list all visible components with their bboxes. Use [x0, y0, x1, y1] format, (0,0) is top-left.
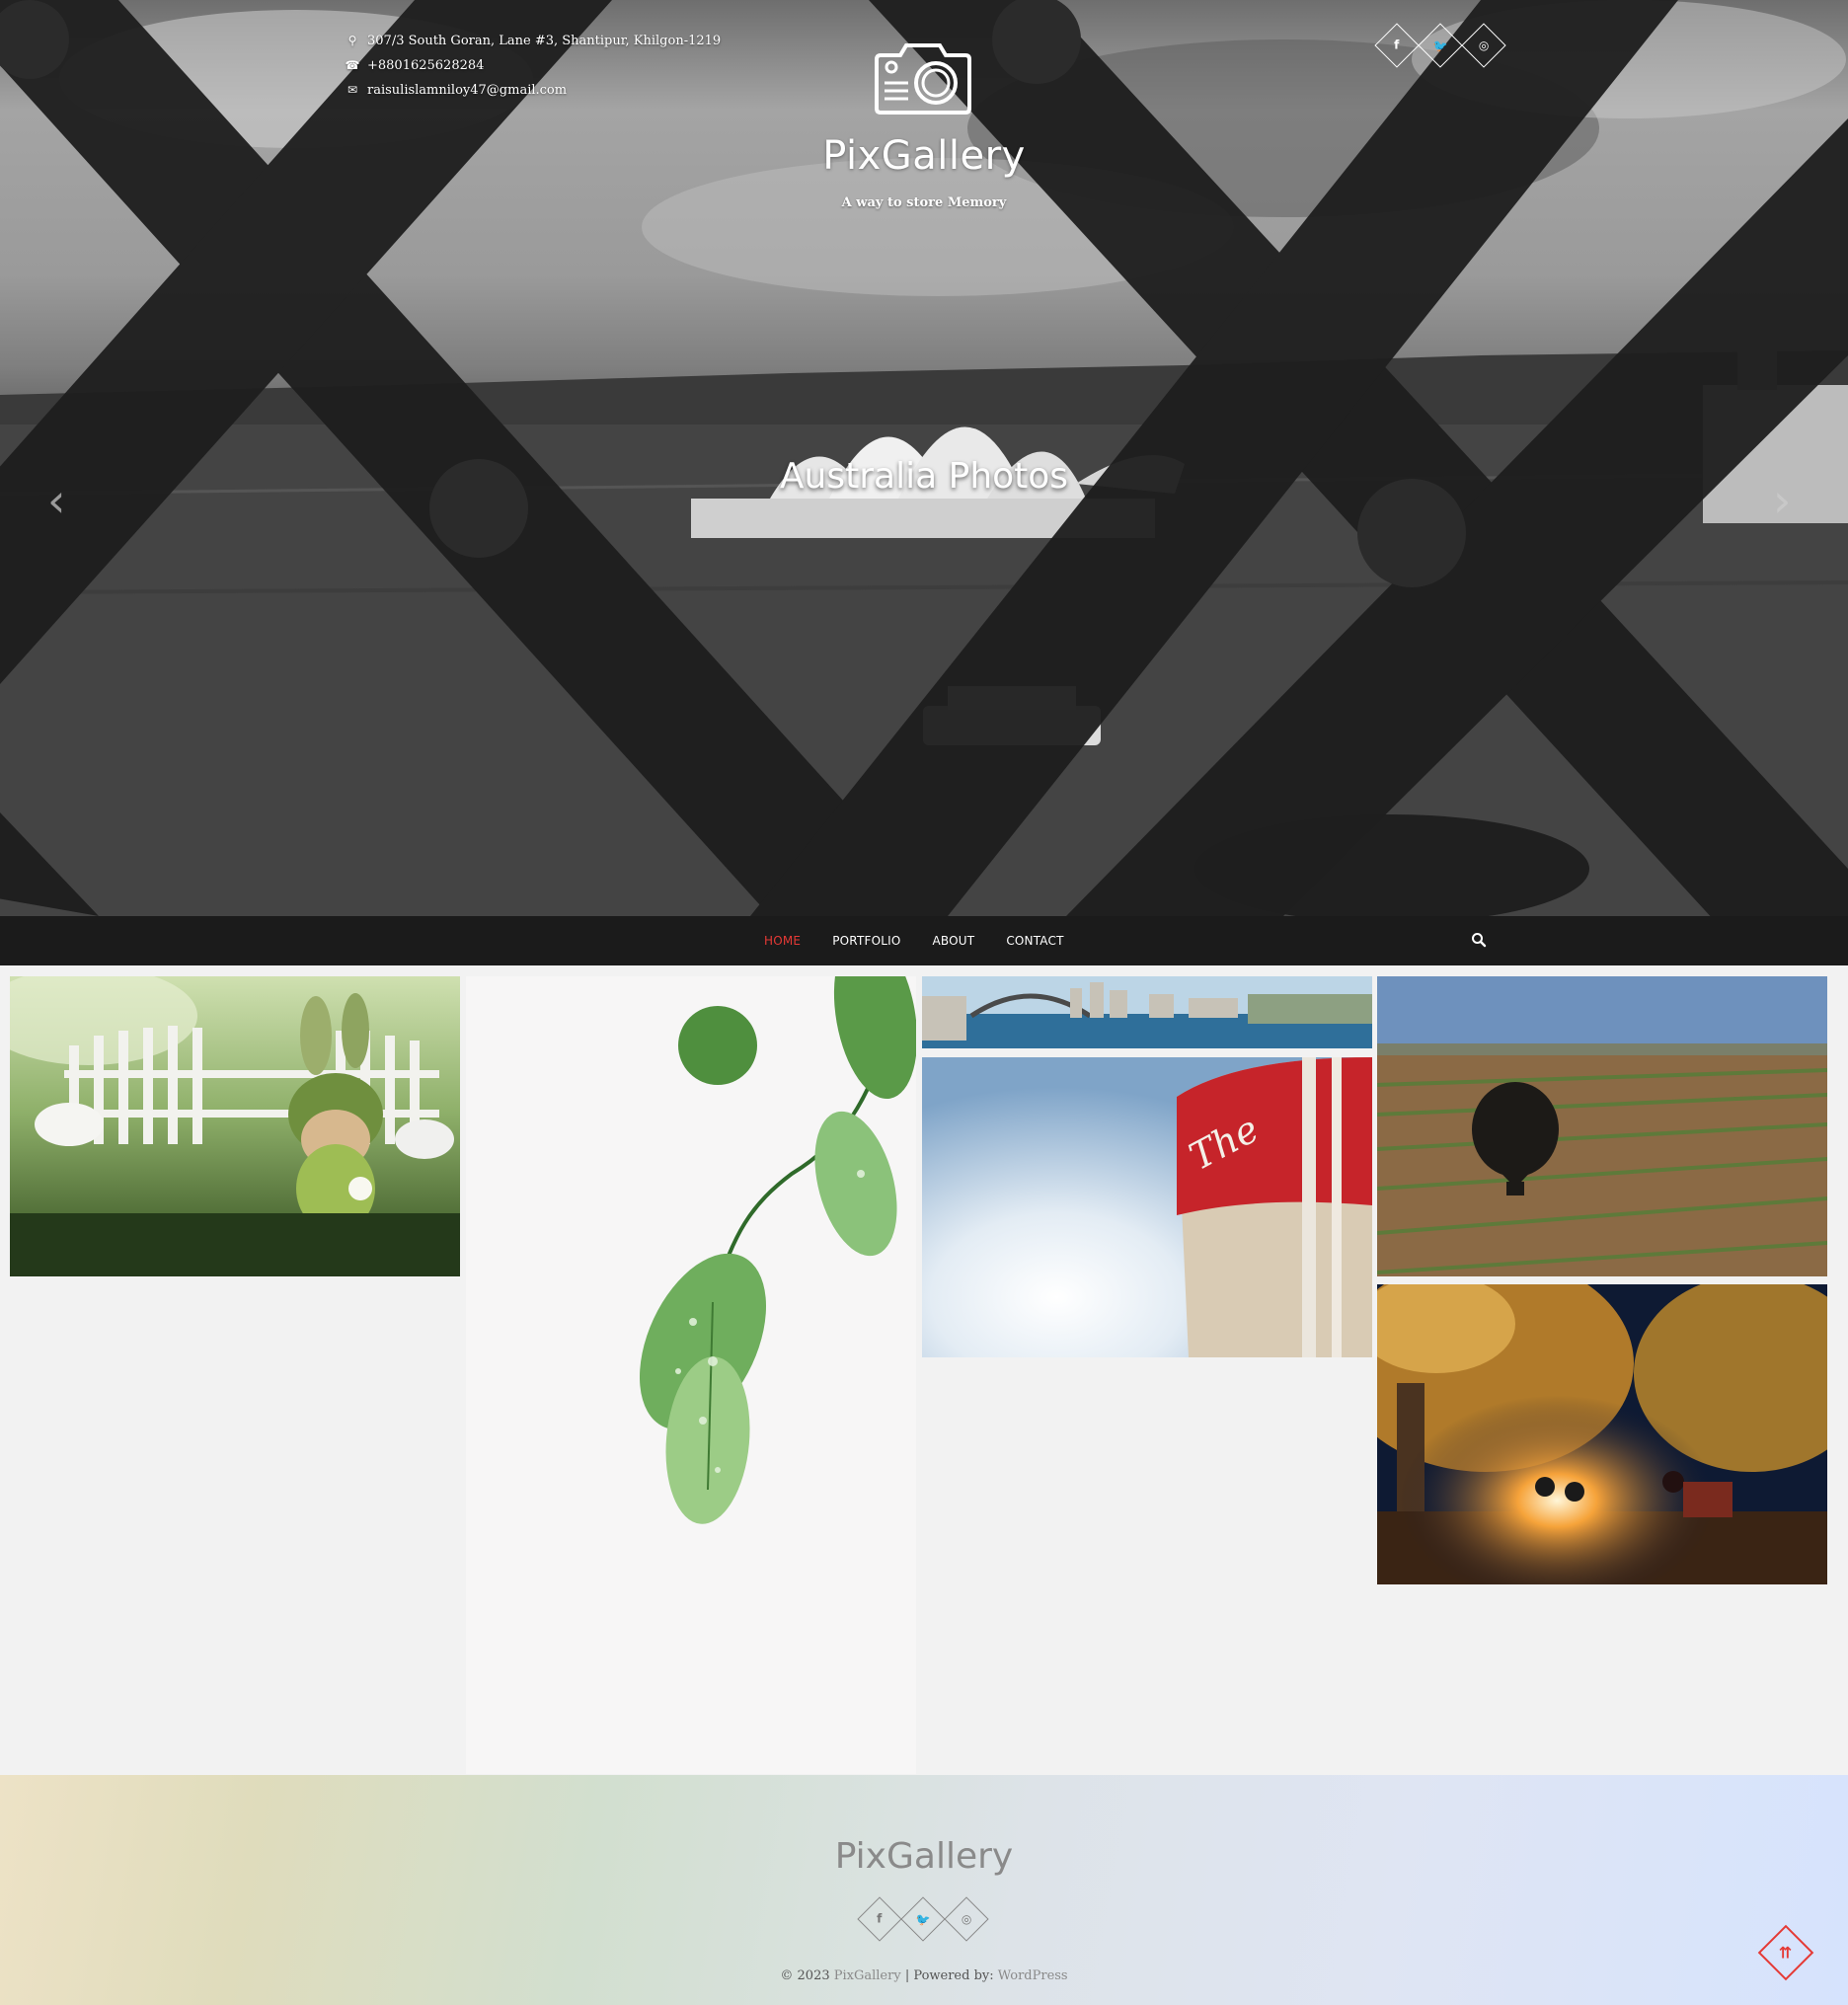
phone-row: ☎ +8801625628284	[346, 53, 721, 78]
twitter-link[interactable]: 🐦	[1418, 23, 1463, 68]
gallery-item-campfire[interactable]	[1377, 1284, 1827, 1584]
copyright-prefix: © 2023	[780, 1968, 834, 1983]
gallery-item-sydney[interactable]	[922, 976, 1372, 1048]
footer-site-title[interactable]: PixGallery	[0, 1836, 1848, 1877]
header-social-links: f 🐦 ◎	[1374, 23, 1511, 68]
hero-slider: ⚲ 307/3 South Goran, Lane #3, Shantipur,…	[0, 0, 1848, 916]
search-icon[interactable]	[1471, 932, 1487, 948]
nav-menu: HOME PORTFOLIO ABOUT CONTACT	[764, 916, 1096, 965]
chevron-left-icon[interactable]: ‹	[47, 474, 65, 527]
site-tagline: A way to store Memory	[841, 195, 1007, 210]
main-nav: HOME PORTFOLIO ABOUT CONTACT	[0, 916, 1848, 965]
nav-item-contact[interactable]: CONTACT	[1006, 934, 1063, 948]
instagram-icon: ◎	[1478, 38, 1490, 52]
contact-info: ⚲ 307/3 South Goran, Lane #3, Shantipur,…	[346, 29, 722, 103]
map-pin-icon: ⚲	[347, 34, 357, 47]
gallery-item-balloon[interactable]	[1377, 976, 1827, 1276]
wordpress-link[interactable]: WordPress	[998, 1968, 1068, 1983]
envelope-icon: ✉	[346, 83, 358, 97]
camera-logo-icon[interactable]	[875, 39, 971, 115]
sydney-skyline-photo	[922, 976, 1372, 1048]
twitter-icon: 🐦	[915, 1911, 931, 1926]
phone-text[interactable]: +8801625628284	[367, 53, 484, 78]
nav-item-portfolio[interactable]: PORTFOLIO	[832, 934, 900, 948]
campfire-night-photo	[1377, 1284, 1827, 1584]
footer-twitter-link[interactable]: 🐦	[900, 1896, 946, 1942]
site-title[interactable]: PixGallery	[0, 133, 1848, 179]
copyright: © 2023 PixGallery | Powered by: WordPres…	[0, 1968, 1848, 1983]
footer-instagram-link[interactable]: ◎	[944, 1896, 989, 1942]
leaf-drops-photo	[466, 976, 916, 1774]
bunny-toy-photo	[10, 976, 460, 1276]
gallery-grid: The	[0, 965, 1848, 1775]
water-tower-photo: The	[922, 1057, 1372, 1357]
site-footer: PixGallery f 🐦 ◎ © 2023 PixGallery | Pow…	[0, 1775, 1848, 2005]
phone-icon: ☎	[345, 58, 360, 72]
double-chevron-up-icon: ⇈	[1779, 1943, 1793, 1963]
address-text: 307/3 South Goran, Lane #3, Shantipur, K…	[367, 34, 722, 48]
email-link[interactable]: raisulislamniloy47@gmail.com	[367, 78, 567, 103]
balloon-shadow-field-photo	[1377, 976, 1827, 1276]
footer-social-links: f 🐦 ◎	[857, 1896, 994, 1942]
facebook-icon: f	[1394, 38, 1400, 52]
chevron-right-icon[interactable]: ›	[1773, 474, 1791, 527]
instagram-link[interactable]: ◎	[1461, 23, 1506, 68]
nav-item-about[interactable]: ABOUT	[933, 934, 975, 948]
copyright-separator: | Powered by:	[900, 1968, 998, 1983]
nav-item-home[interactable]: HOME	[764, 934, 801, 948]
facebook-link[interactable]: f	[1374, 23, 1420, 68]
facebook-icon: f	[877, 1911, 883, 1926]
footer-site-link[interactable]: PixGallery	[834, 1968, 901, 1983]
instagram-icon: ◎	[961, 1911, 972, 1926]
gallery-item-tower[interactable]: The	[922, 1057, 1372, 1357]
address-row: ⚲ 307/3 South Goran, Lane #3, Shantipur,…	[346, 29, 722, 53]
slide-caption[interactable]: Australia Photos	[0, 456, 1848, 497]
twitter-icon: 🐦	[1432, 38, 1448, 52]
footer-facebook-link[interactable]: f	[857, 1896, 902, 1942]
gallery-item-bunny[interactable]	[10, 976, 460, 1276]
gallery-item-leaf[interactable]	[466, 976, 916, 1774]
email-row: ✉ raisulislamniloy47@gmail.com	[346, 78, 721, 103]
